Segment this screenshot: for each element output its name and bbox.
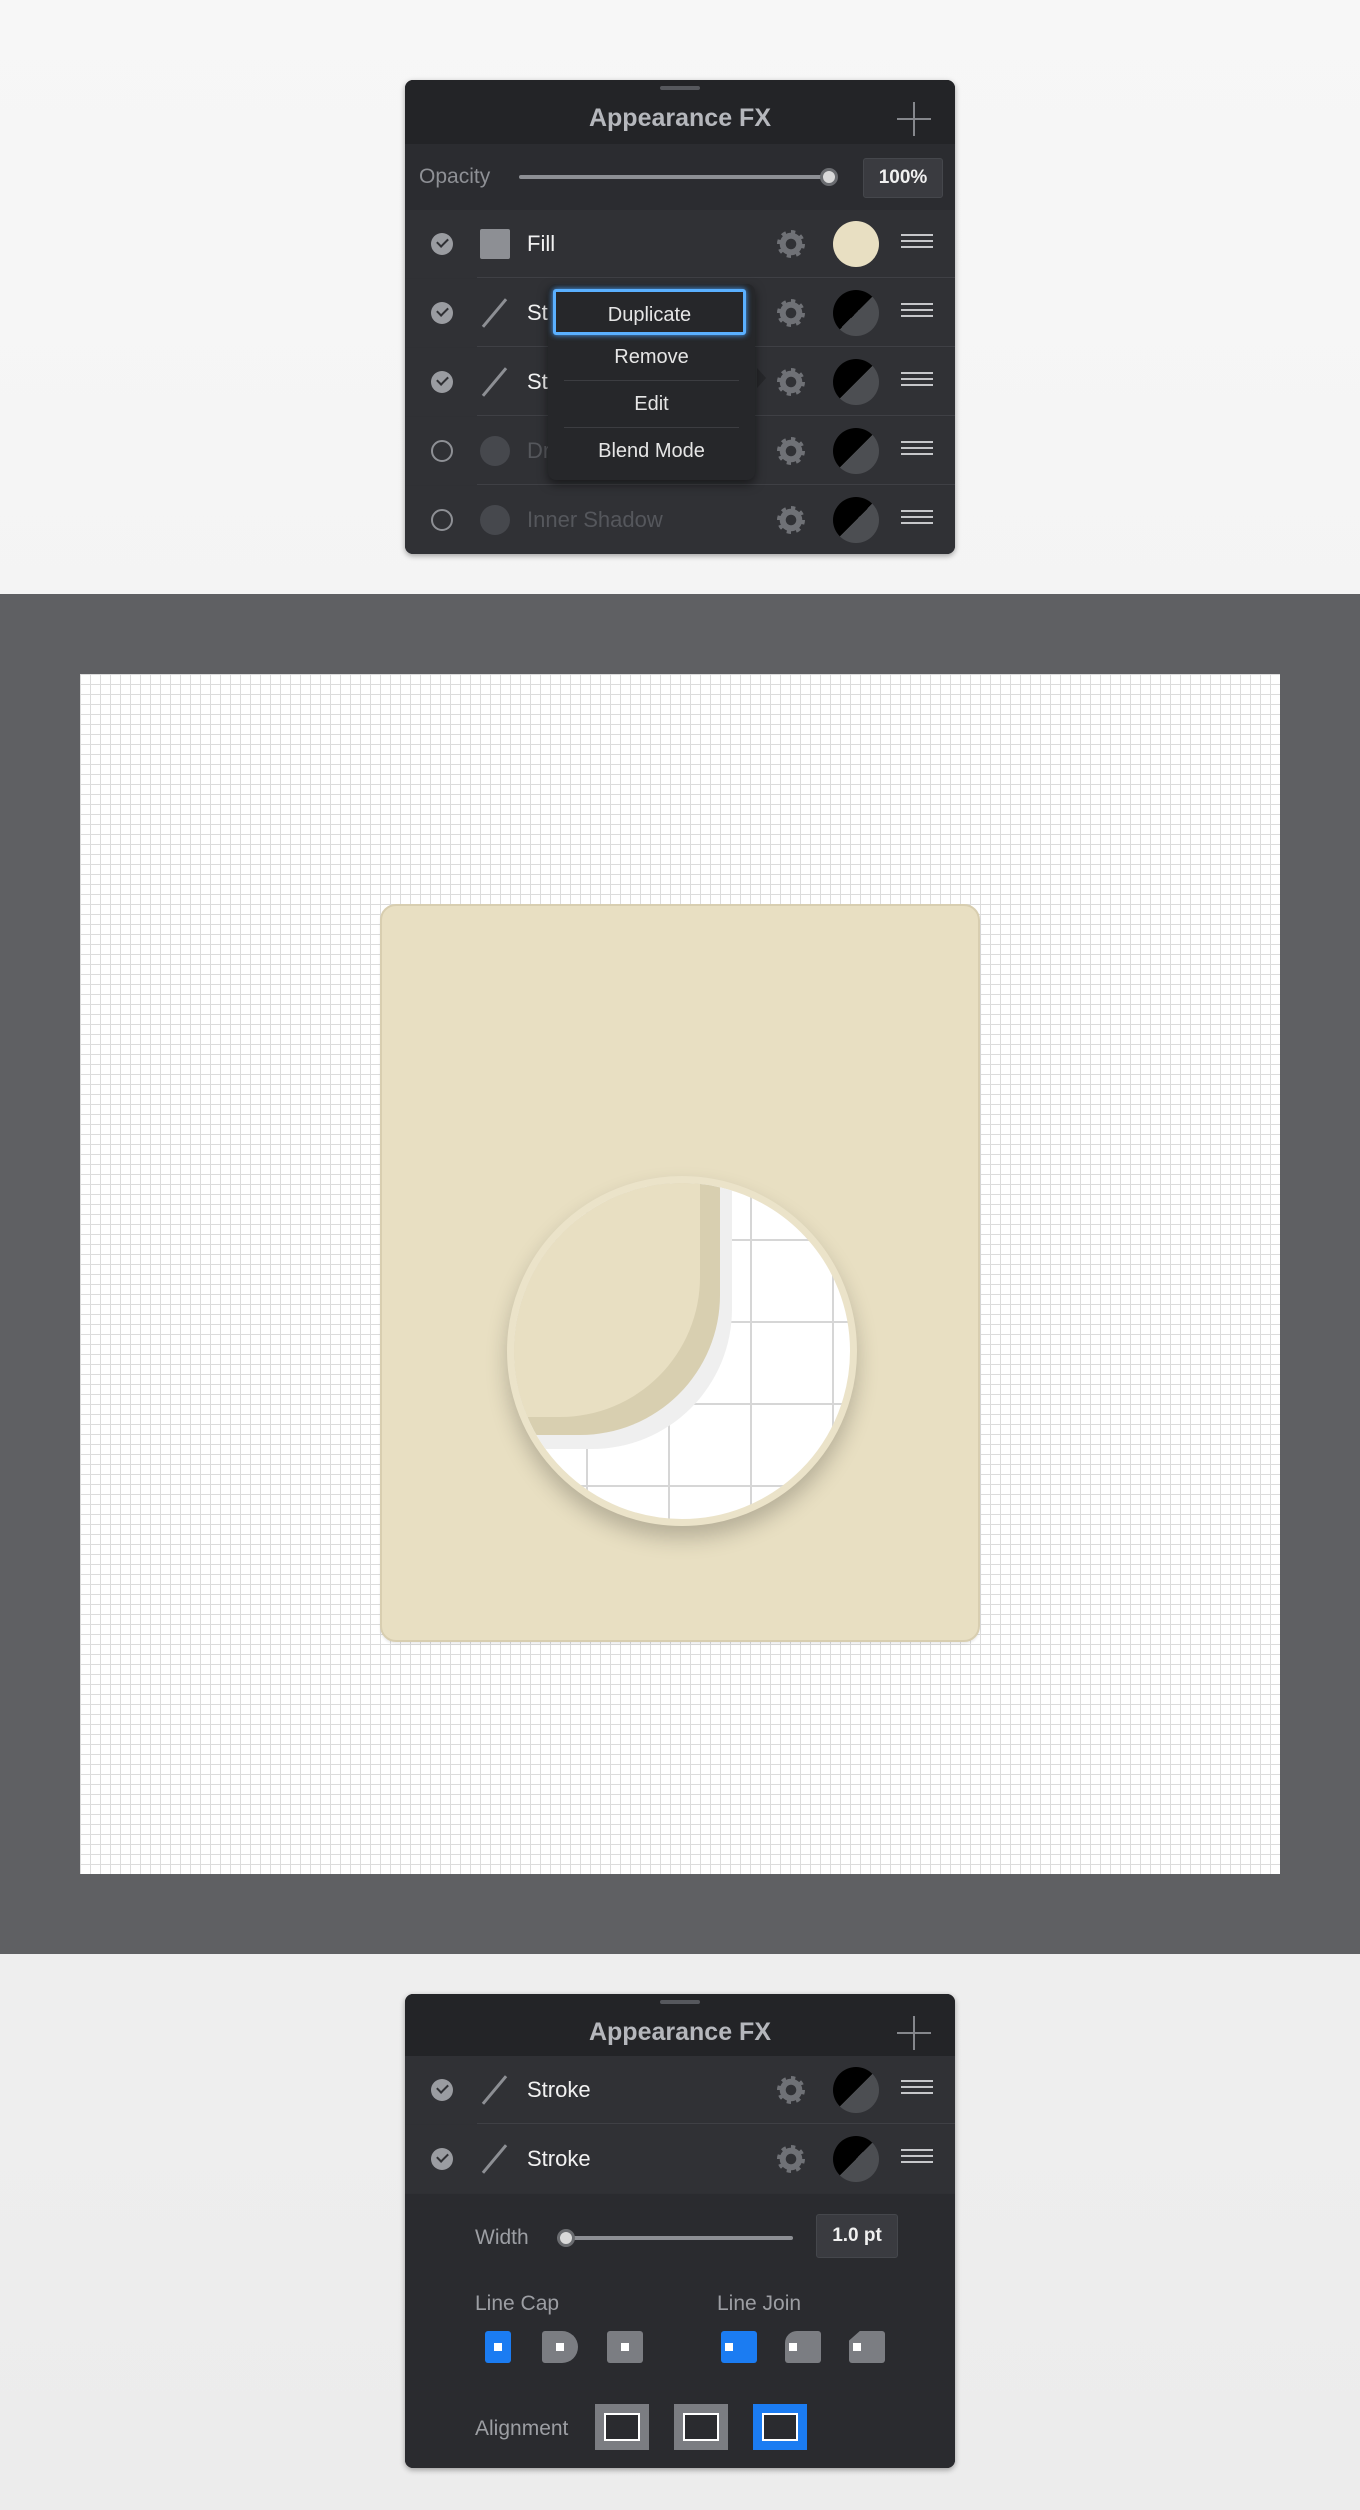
width-slider-track[interactable] xyxy=(557,2236,793,2240)
width-value-field[interactable]: 1.0 pt xyxy=(816,2214,898,2258)
effect-row-inner-shadow[interactable]: Inner Shadow xyxy=(405,486,955,554)
effect-label: Dr xyxy=(527,438,551,463)
reorder-icon[interactable] xyxy=(901,372,933,392)
enabled-checkbox[interactable] xyxy=(431,302,453,324)
reorder-icon[interactable] xyxy=(901,510,933,530)
line-join-round-button[interactable] xyxy=(785,2331,821,2363)
color-swatch[interactable] xyxy=(833,2067,879,2113)
fill-icon xyxy=(480,229,510,259)
gear-icon[interactable] xyxy=(777,2145,805,2173)
add-effect-icon[interactable] xyxy=(897,2016,931,2050)
line-join-label: Line Join xyxy=(717,2292,802,2315)
gear-icon[interactable] xyxy=(777,437,805,465)
effect-label: St xyxy=(527,300,548,325)
effect-row-stroke[interactable]: Stroke xyxy=(405,2125,955,2193)
menu-item-edit[interactable]: Edit xyxy=(548,381,755,427)
effect-label: St xyxy=(527,369,548,394)
divider xyxy=(477,484,955,485)
alignment-label: Alignment xyxy=(475,2417,569,2440)
opacity-slider-track[interactable] xyxy=(519,175,835,179)
enabled-checkbox[interactable] xyxy=(431,233,453,255)
opacity-value-field[interactable]: 100% xyxy=(863,158,943,198)
menu-item-remove[interactable]: Remove xyxy=(548,334,755,380)
appearance-fx-panel: Appearance FX Opacity 100% Fill St St Dr… xyxy=(405,80,955,554)
artboard-grid[interactable] xyxy=(80,674,1280,1874)
stroke-icon xyxy=(480,2144,510,2174)
stroke-align-center-button[interactable] xyxy=(674,2404,728,2450)
stroke-icon xyxy=(480,298,510,328)
color-swatch[interactable] xyxy=(833,428,879,474)
stroke-settings: Width 1.0 pt Line Cap Line Join Alignmen… xyxy=(405,2194,955,2468)
reorder-icon[interactable] xyxy=(901,2080,933,2100)
zoom-magnifier xyxy=(507,1176,857,1526)
panel-header: Appearance FX xyxy=(405,80,955,144)
reorder-icon[interactable] xyxy=(901,2149,933,2169)
enabled-checkbox[interactable] xyxy=(431,440,453,462)
panel-title: Appearance FX xyxy=(588,104,771,132)
shadow-icon xyxy=(480,436,510,466)
stroke-align-outside-button[interactable] xyxy=(753,2404,807,2450)
effect-row-fill[interactable]: Fill xyxy=(405,210,955,278)
gear-icon[interactable] xyxy=(777,368,805,396)
enabled-checkbox[interactable] xyxy=(431,2148,453,2170)
color-swatch[interactable] xyxy=(833,221,879,267)
width-label: Width xyxy=(475,2226,529,2249)
divider xyxy=(477,277,955,278)
gear-icon[interactable] xyxy=(777,230,805,258)
effect-row-stroke[interactable]: Stroke xyxy=(405,2056,955,2124)
enabled-checkbox[interactable] xyxy=(431,371,453,393)
context-menu: Duplicate Remove Edit Blend Mode xyxy=(548,284,755,480)
effect-label: Inner Shadow xyxy=(527,507,663,532)
effect-label: Stroke xyxy=(527,2146,591,2171)
appearance-fx-panel-stroke-settings: Appearance FX Stroke Stroke Width 1.0 pt… xyxy=(405,1994,955,2468)
panel-header: Appearance FX xyxy=(405,1994,955,2058)
line-join-miter-button[interactable] xyxy=(721,2331,757,2363)
reorder-icon[interactable] xyxy=(901,441,933,461)
opacity-label: Opacity xyxy=(419,165,491,188)
stroke-align-inside-button[interactable] xyxy=(595,2404,649,2450)
enabled-checkbox[interactable] xyxy=(431,509,453,531)
canvas-workspace xyxy=(0,594,1360,1954)
menu-item-blend-mode[interactable]: Blend Mode xyxy=(548,428,755,474)
context-menu-pointer xyxy=(757,368,766,388)
reorder-icon[interactable] xyxy=(901,234,933,254)
stroke-icon xyxy=(480,2075,510,2105)
add-effect-icon[interactable] xyxy=(897,102,931,136)
rounded-rectangle-shape[interactable] xyxy=(380,904,980,1642)
line-cap-label: Line Cap xyxy=(475,2292,560,2315)
line-cap-round-button[interactable] xyxy=(542,2331,578,2363)
color-swatch[interactable] xyxy=(833,2136,879,2182)
gear-icon[interactable] xyxy=(777,506,805,534)
shadow-icon xyxy=(480,505,510,535)
opacity-row: Opacity 100% xyxy=(405,144,955,210)
line-cap-butt-button[interactable] xyxy=(485,2331,511,2363)
width-slider-knob[interactable] xyxy=(557,2229,575,2247)
gear-icon[interactable] xyxy=(777,299,805,327)
panel-title: Appearance FX xyxy=(588,2018,771,2046)
color-swatch[interactable] xyxy=(833,290,879,336)
effect-label: Stroke xyxy=(527,2077,591,2102)
color-swatch[interactable] xyxy=(833,497,879,543)
line-join-bevel-button[interactable] xyxy=(849,2331,885,2363)
opacity-slider-knob[interactable] xyxy=(820,168,838,186)
color-swatch[interactable] xyxy=(833,359,879,405)
stroke-icon xyxy=(480,367,510,397)
line-cap-square-button[interactable] xyxy=(607,2331,643,2363)
divider xyxy=(477,2123,955,2124)
effect-label: Fill xyxy=(527,231,556,256)
menu-item-duplicate[interactable]: Duplicate xyxy=(553,289,746,335)
gear-icon[interactable] xyxy=(777,2076,805,2104)
reorder-icon[interactable] xyxy=(901,303,933,323)
enabled-checkbox[interactable] xyxy=(431,2079,453,2101)
